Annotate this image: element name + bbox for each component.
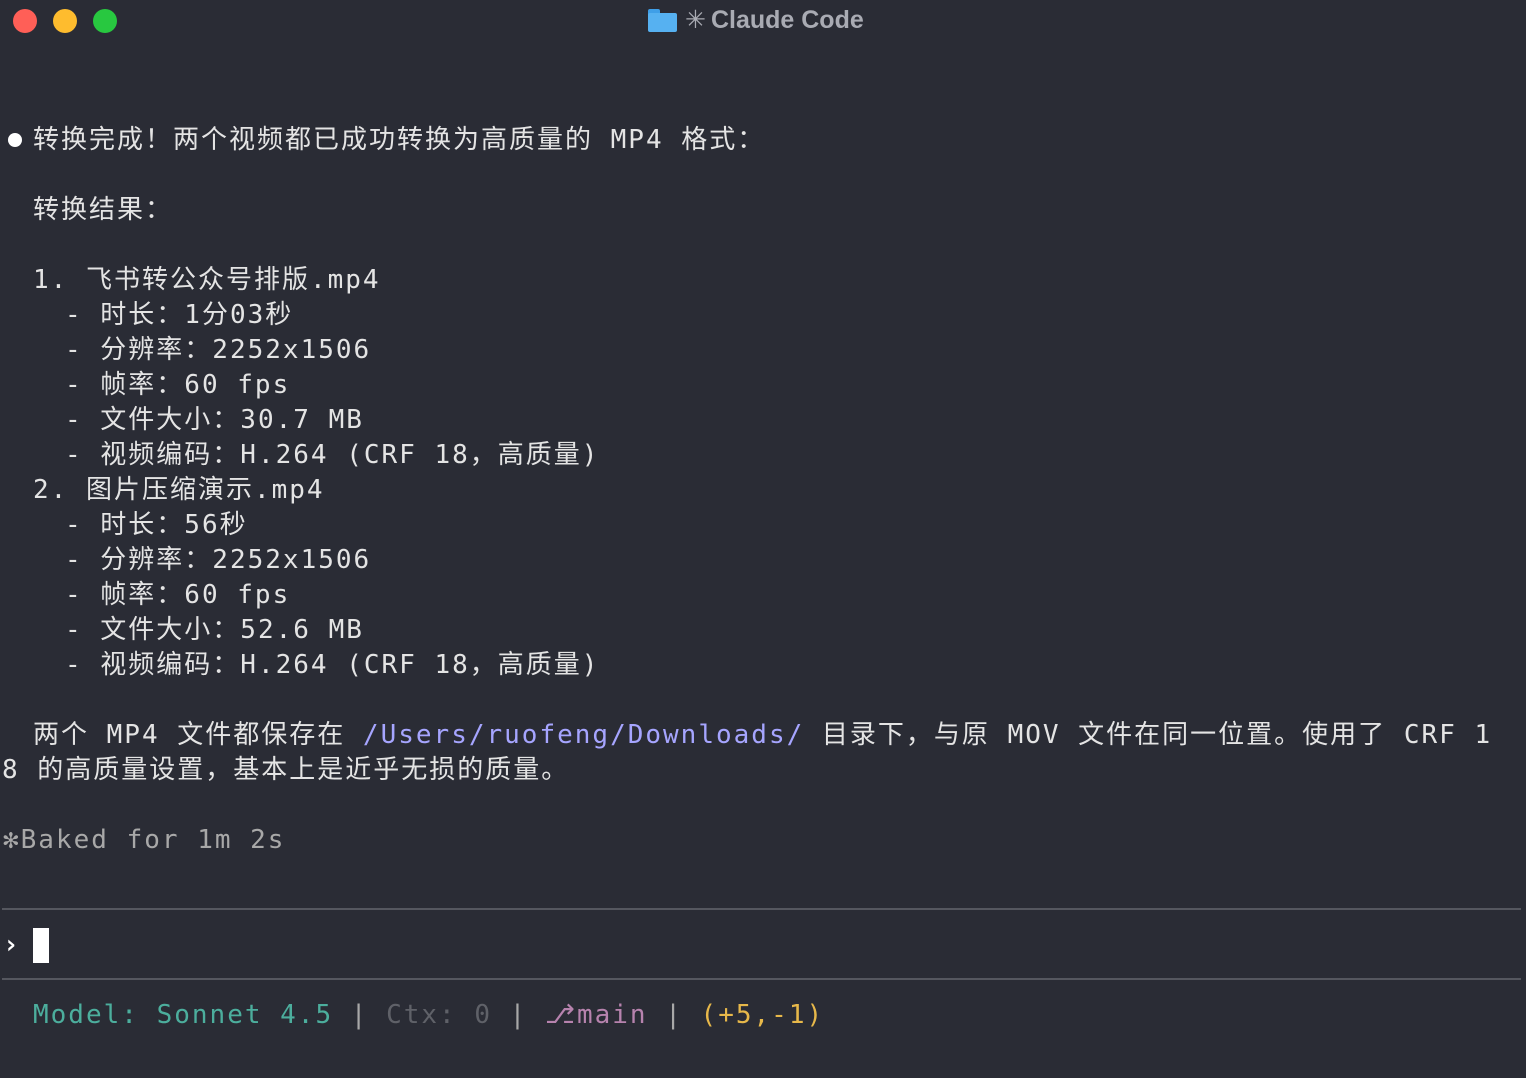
diff-stats: (+5,-1) bbox=[700, 1000, 825, 1030]
file-detail: - 文件大小：52.6 MB bbox=[65, 615, 364, 645]
branch-name: main bbox=[576, 1000, 648, 1030]
terminal-window: ✳ Claude Code 转换完成！两个视频都已成功转换为高质量的 MP4 格… bbox=[0, 0, 1526, 1078]
timing-text: Baked for 1m 2s bbox=[20, 825, 286, 855]
file-detail: - 时长：1分03秒 bbox=[65, 300, 294, 330]
branch-icon: ⎇ bbox=[544, 1000, 577, 1030]
window-title: ✳ Claude Code bbox=[648, 4, 864, 36]
summary-line-2: 8 的高质量设置，基本上是近乎无损的质量。 bbox=[2, 755, 570, 785]
summary-text: 目录下，与原 MOV 文件在同一位置。使用了 CRF 1 bbox=[804, 720, 1493, 750]
context-count: Ctx: 0 bbox=[386, 1000, 493, 1030]
file-name: 1. 飞书转公众号排版.mp4 bbox=[33, 265, 381, 295]
prompt-chevron-icon: › bbox=[3, 930, 19, 960]
title-bar: ✳ Claude Code bbox=[0, 0, 1526, 42]
file-detail: - 分辨率：2252x1506 bbox=[65, 335, 372, 365]
file-detail: - 文件大小：30.7 MB bbox=[65, 405, 364, 435]
asterisk-icon: ✳ bbox=[685, 6, 706, 34]
file-detail: - 帧率：60 fps bbox=[65, 370, 291, 400]
file-detail: - 视频编码：H.264 (CRF 18，高质量) bbox=[65, 440, 600, 470]
file-detail: - 分辨率：2252x1506 bbox=[65, 545, 372, 575]
summary-text: 两个 MP4 文件都保存在 bbox=[33, 720, 363, 750]
model-label: Model: bbox=[33, 1000, 157, 1030]
model-value: Sonnet 4.5 bbox=[156, 1000, 334, 1030]
status-bar: Model: Sonnet 4.5 | Ctx: 0 | ⎇main | (+5… bbox=[33, 998, 824, 1033]
status-separator: | bbox=[333, 1000, 387, 1030]
close-button[interactable] bbox=[13, 9, 37, 33]
input-divider-bottom bbox=[2, 978, 1521, 980]
file-detail: - 视频编码：H.264 (CRF 18，高质量) bbox=[65, 650, 600, 680]
directory-path: /Users/ruofeng/Downloads/ bbox=[362, 720, 805, 750]
window-title-text: Claude Code bbox=[710, 5, 864, 34]
file-detail: - 帧率：60 fps bbox=[65, 580, 291, 610]
sparkle-icon: ✻ bbox=[3, 825, 21, 855]
file-detail: - 时长：56秒 bbox=[65, 510, 248, 540]
file-name: 2. 图片压缩演示.mp4 bbox=[33, 475, 325, 505]
summary-line: 两个 MP4 文件都保存在 /Users/ruofeng/Downloads/ … bbox=[33, 718, 1492, 753]
status-separator: | bbox=[492, 1000, 545, 1030]
status-separator: | bbox=[647, 1000, 701, 1030]
minimize-button[interactable] bbox=[53, 9, 77, 33]
section-title: 转换结果： bbox=[33, 195, 174, 225]
input-divider-top bbox=[2, 908, 1521, 910]
message-headline: 转换完成！两个视频都已成功转换为高质量的 MP4 格式： bbox=[33, 125, 766, 155]
folder-icon bbox=[648, 8, 677, 32]
timing-line: ✻Baked for 1m 2s bbox=[3, 823, 285, 858]
zoom-button[interactable] bbox=[93, 9, 117, 33]
input-cursor[interactable] bbox=[33, 928, 49, 963]
message-bullet-icon bbox=[8, 133, 22, 147]
